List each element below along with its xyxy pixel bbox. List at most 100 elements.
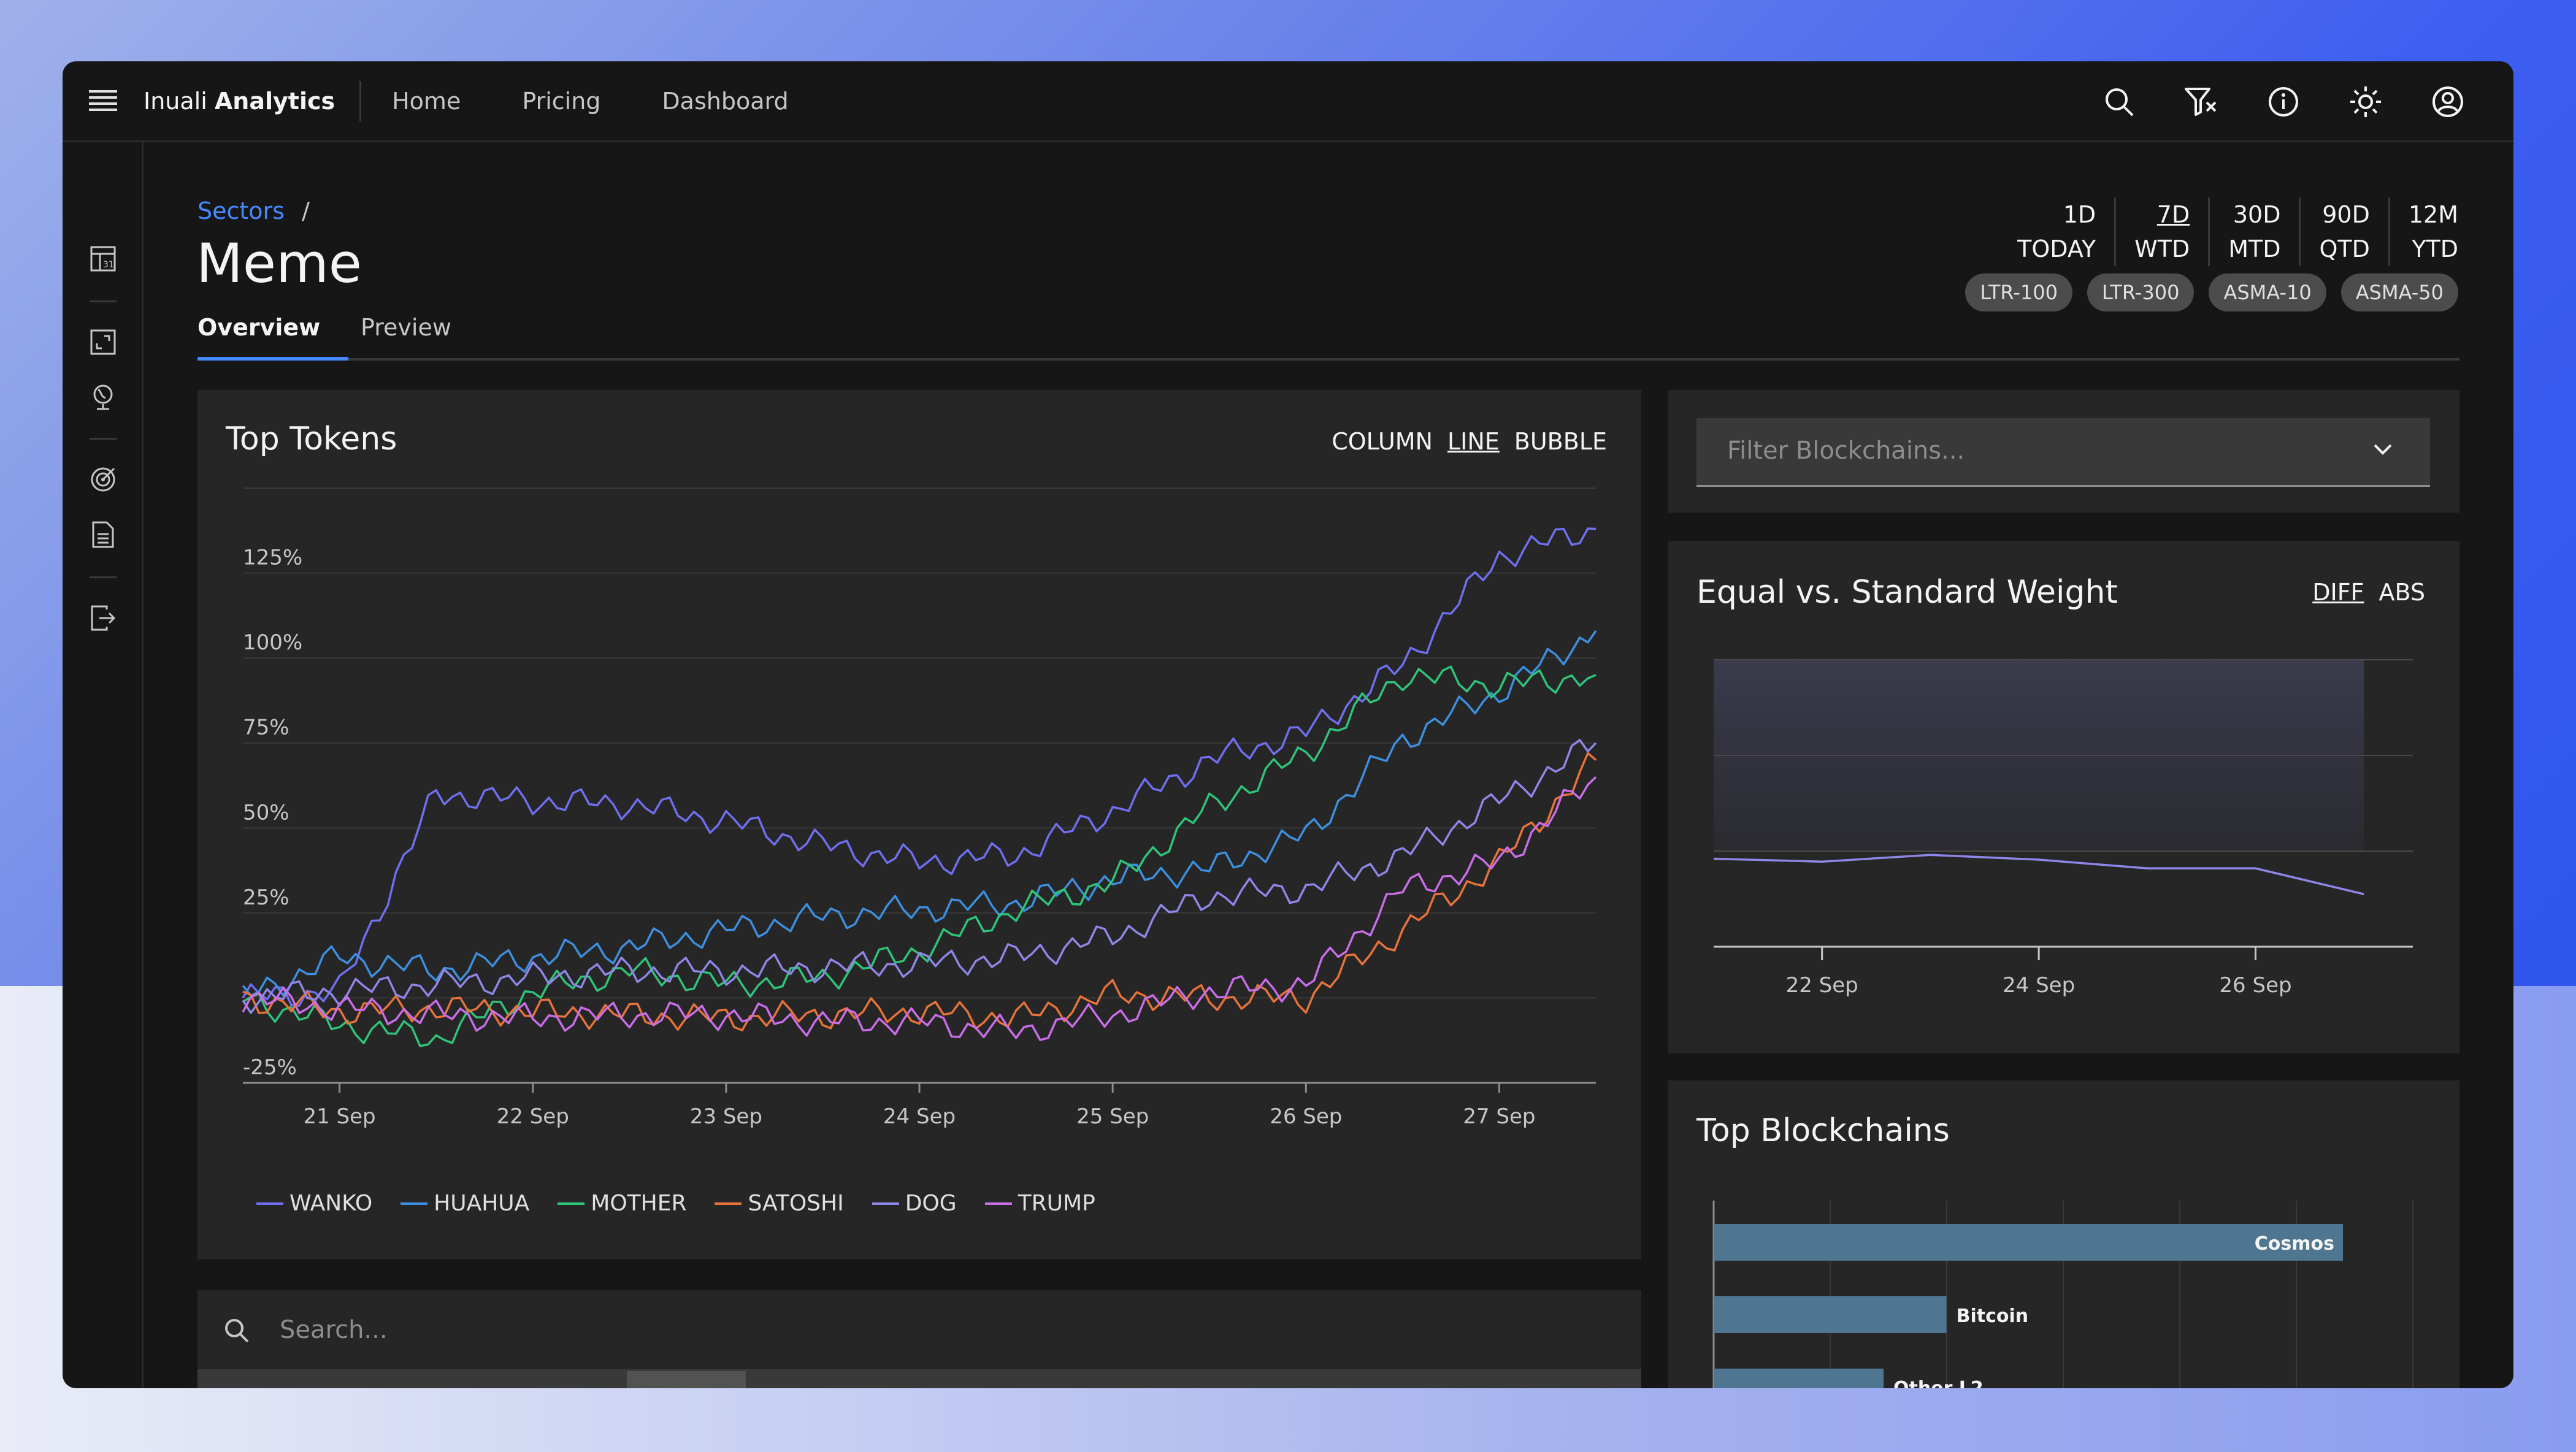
toggle-abs[interactable]: ABS bbox=[2379, 579, 2425, 606]
chevron-down-icon bbox=[2372, 443, 2393, 459]
range-30d[interactable]: 30D MTD bbox=[2208, 197, 2299, 266]
pill-asma-10[interactable]: ASMA-10 bbox=[2209, 273, 2326, 311]
x-tick-label: 27 Sep bbox=[1463, 1104, 1535, 1129]
range-90d[interactable]: 90D QTD bbox=[2299, 197, 2388, 266]
bar-other-l2 bbox=[1714, 1369, 1884, 1388]
nav-pricing-link[interactable]: Pricing bbox=[522, 88, 600, 115]
range-1d[interactable]: 1D TODAY bbox=[1999, 197, 2114, 266]
weight-diff-line bbox=[1713, 854, 2364, 895]
target-icon[interactable] bbox=[63, 455, 144, 504]
index-pills: LTR-100 LTR-300 ASMA-10 ASMA-50 bbox=[1965, 273, 2458, 311]
breadcrumb-separator: / bbox=[302, 197, 310, 224]
x-tick-label: 26 Sep bbox=[2219, 973, 2291, 998]
theme-toggle-icon[interactable] bbox=[2325, 61, 2407, 142]
y-tick-label: 25% bbox=[243, 885, 289, 910]
range-30d-bottom: MTD bbox=[2228, 235, 2281, 262]
range-7d-top: 7D bbox=[2156, 201, 2190, 228]
bar-label: Other L2 bbox=[1893, 1378, 1984, 1388]
equal-weight-title: Equal vs. Standard Weight bbox=[1696, 574, 2118, 611]
legend-label: WANKO bbox=[289, 1191, 373, 1216]
logout-icon[interactable] bbox=[63, 594, 144, 643]
legend-swatch bbox=[984, 1202, 1012, 1205]
x-tick-label: 26 Sep bbox=[1270, 1104, 1342, 1129]
chart-type-toggles: COLUMN LINE BUBBLE bbox=[1332, 428, 1607, 455]
breadcrumb: Sectors / bbox=[197, 197, 310, 224]
series-line-huahua bbox=[242, 630, 1597, 997]
brand-name[interactable]: Inuali Analytics bbox=[144, 88, 359, 115]
range-12m-bottom: YTD bbox=[2412, 235, 2458, 262]
rail-divider bbox=[90, 576, 117, 578]
horizontal-scrollbar[interactable] bbox=[197, 1371, 1641, 1388]
page-title: Meme bbox=[196, 232, 362, 295]
series-line-satoshi bbox=[242, 752, 1597, 1031]
svg-text:31: 31 bbox=[103, 260, 114, 270]
hamburger-menu-icon[interactable] bbox=[63, 61, 144, 142]
filter-blockchains-dropdown[interactable]: Filter Blockchains... bbox=[1696, 418, 2430, 487]
expand-icon[interactable] bbox=[63, 318, 144, 367]
toggle-line[interactable]: LINE bbox=[1447, 428, 1500, 455]
y-tick-label: 100% bbox=[243, 630, 302, 655]
pill-ltr-100[interactable]: LTR-100 bbox=[1965, 273, 2072, 311]
top-tokens-line-chart[interactable]: -25% 25% 50% 75% 100% 125% 21 Sep 22 Sep 23 Sep 2… bbox=[197, 470, 1641, 1181]
filter-clear-icon[interactable] bbox=[2160, 61, 2242, 142]
toggle-column[interactable]: COLUMN bbox=[1332, 428, 1433, 455]
y-tick-label: 50% bbox=[243, 800, 289, 825]
header-actions bbox=[2078, 61, 2489, 142]
pill-asma-50[interactable]: ASMA-50 bbox=[2340, 273, 2458, 311]
range-90d-bottom: QTD bbox=[2319, 235, 2370, 262]
info-icon[interactable] bbox=[2242, 61, 2325, 142]
tab-overview[interactable]: Overview bbox=[197, 314, 349, 361]
legend-label: SATOSHI bbox=[748, 1191, 844, 1216]
toggle-bubble[interactable]: BUBBLE bbox=[1514, 428, 1607, 455]
legend-swatch bbox=[558, 1202, 585, 1205]
nav-dashboard-link[interactable]: Dashboard bbox=[662, 88, 788, 115]
rail-divider bbox=[90, 438, 117, 440]
equal-weight-area-chart[interactable]: 22 Sep 24 Sep 26 Sep bbox=[1668, 645, 2459, 1037]
x-tick-label: 22 Sep bbox=[497, 1104, 569, 1129]
bar-cosmos bbox=[1714, 1224, 2343, 1261]
range-90d-top: 90D bbox=[2322, 201, 2370, 228]
legend-item-huahua[interactable]: HUAHUA bbox=[401, 1191, 529, 1216]
range-7d-bottom: WTD bbox=[2134, 235, 2190, 262]
legend-swatch bbox=[715, 1202, 742, 1205]
legend-item-wanko[interactable]: WANKO bbox=[256, 1191, 372, 1216]
legend-label: HUAHUA bbox=[434, 1191, 530, 1216]
pill-ltr-300[interactable]: LTR-300 bbox=[2087, 273, 2195, 311]
diff-abs-toggles: DIFF ABS bbox=[2312, 579, 2425, 606]
bar-label: Cosmos bbox=[2255, 1233, 2334, 1255]
legend-item-mother[interactable]: MOTHER bbox=[558, 1191, 686, 1216]
document-icon[interactable] bbox=[63, 510, 144, 559]
search-icon[interactable] bbox=[2078, 61, 2160, 142]
top-blockchains-panel: Top Blockchains Cosmos Bitcoin Other L2 bbox=[1668, 1080, 2459, 1388]
legend-label: DOG bbox=[905, 1191, 957, 1216]
top-blockchains-title: Top Blockchains bbox=[1696, 1112, 1950, 1149]
range-7d[interactable]: 7D WTD bbox=[2114, 197, 2208, 266]
breadcrumb-sectors-link[interactable]: Sectors bbox=[197, 197, 285, 224]
y-tick-label: 125% bbox=[243, 546, 302, 570]
search-icon bbox=[223, 1317, 250, 1347]
legend-item-satoshi[interactable]: SATOSHI bbox=[715, 1191, 844, 1216]
user-avatar-icon[interactable] bbox=[2407, 61, 2489, 142]
range-12m[interactable]: 12M YTD bbox=[2388, 197, 2458, 266]
toggle-diff[interactable]: DIFF bbox=[2312, 579, 2364, 606]
search-input[interactable] bbox=[280, 1309, 1568, 1351]
x-tick-label: 24 Sep bbox=[2003, 973, 2075, 998]
scrollbar-thumb[interactable] bbox=[627, 1371, 746, 1388]
top-blockchains-bar-chart[interactable]: Cosmos Bitcoin Other L2 bbox=[1668, 1201, 2459, 1388]
legend-label: MOTHER bbox=[591, 1191, 687, 1216]
bar-label: Bitcoin bbox=[1957, 1305, 2029, 1327]
equal-weight-panel: Equal vs. Standard Weight DIFF ABS 22 Se… bbox=[1668, 541, 2459, 1053]
range-30d-top: 30D bbox=[2233, 201, 2281, 228]
legend-item-trump[interactable]: TRUMP bbox=[984, 1191, 1095, 1216]
globe-icon[interactable] bbox=[63, 373, 144, 422]
brand-divider bbox=[359, 80, 362, 121]
nav-home-link[interactable]: Home bbox=[392, 88, 461, 115]
legend-item-dog[interactable]: DOG bbox=[872, 1191, 957, 1216]
calendar-grid-icon[interactable]: 31 bbox=[63, 234, 144, 283]
brand-bold-text: Analytics bbox=[214, 87, 335, 115]
tab-preview[interactable]: Preview bbox=[361, 314, 451, 357]
legend-swatch bbox=[256, 1202, 283, 1205]
rail-divider bbox=[90, 300, 117, 302]
side-rail: 31 bbox=[63, 142, 144, 1388]
time-range-selector: 1D TODAY 7D WTD 30D MTD 90D QTD 12M YTD bbox=[1999, 197, 2458, 266]
